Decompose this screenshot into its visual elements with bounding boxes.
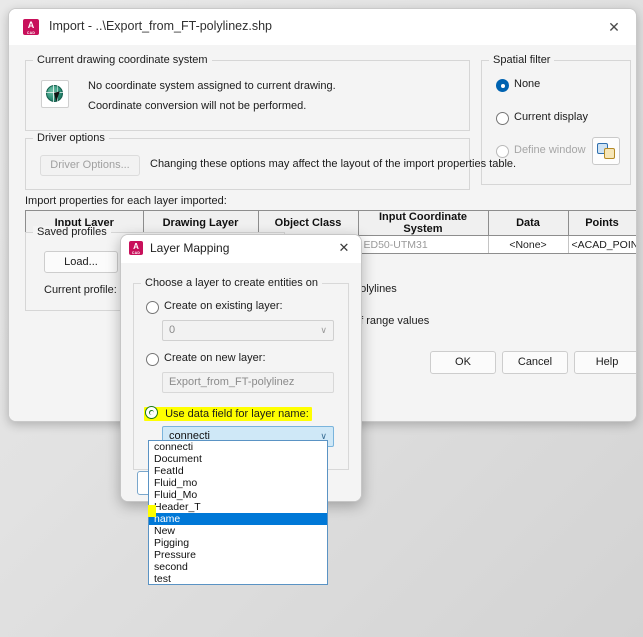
driver-options-legend: Driver options — [33, 132, 109, 144]
driver-options-group: Driver options Driver Options... Changin… — [25, 132, 516, 190]
close-icon[interactable]: ✕ — [333, 238, 355, 258]
partial-text-range-values: of range values — [354, 315, 430, 327]
highlight-marker — [148, 505, 156, 517]
autocad-logo-icon: A CAD — [129, 241, 143, 255]
radio-indicator — [496, 145, 509, 158]
ok-button[interactable]: OK — [430, 351, 496, 374]
dropdown-item[interactable]: Document — [149, 453, 327, 465]
current-profile-label: Current profile: — [44, 284, 117, 296]
radio-label: Create on new layer: — [164, 352, 266, 364]
dropdown-item[interactable]: connecti — [149, 441, 327, 453]
dropdown-item[interactable]: FeatId — [149, 465, 327, 477]
help-button[interactable]: Help — [574, 351, 636, 374]
col-input-coordinate-system[interactable]: Input Coordinate System — [358, 211, 489, 236]
data-field-dropdown-list[interactable]: connecti Document FeatId Fluid_mo Fluid_Mo He… — [148, 440, 328, 585]
coordinate-system-line1: No coordinate system assigned to current… — [88, 80, 336, 92]
dropdown-item[interactable]: Pressure — [149, 549, 327, 561]
window-rect-icon-2 — [604, 148, 615, 159]
autocad-logo-sub: CAD — [26, 31, 36, 35]
radio-label: Define window — [514, 144, 586, 156]
layer-mapping-title: Layer Mapping — [150, 241, 230, 255]
radio-indicator — [145, 406, 158, 419]
select-window-icon-button[interactable] — [592, 137, 620, 165]
coordinate-system-legend: Current drawing coordinate system — [33, 54, 212, 66]
dropdown-item[interactable]: Fluid_Mo — [149, 489, 327, 501]
dropdown-item[interactable]: test — [149, 573, 327, 584]
dropdown-list: connecti Document FeatId Fluid_mo Fluid_Mo He… — [149, 441, 327, 584]
chevron-down-icon: ∨ — [320, 325, 327, 335]
dropdown-item[interactable]: second — [149, 561, 327, 573]
close-icon[interactable]: ✕ — [601, 16, 627, 38]
radio-indicator — [146, 353, 159, 366]
globe-icon — [41, 80, 69, 108]
coordinate-system-line2: Coordinate conversion will not be perfor… — [88, 100, 307, 112]
cell-input-coordinate-system[interactable]: ED50-UTM31 — [358, 235, 489, 253]
dropdown-item[interactable]: Header_T — [149, 501, 327, 513]
import-properties-label: Import properties for each layer importe… — [25, 195, 227, 207]
driver-options-button: Driver Options... — [40, 155, 140, 176]
new-layer-name-input: Export_from_FT-polylinez — [162, 372, 334, 393]
radio-label: None — [514, 78, 541, 90]
existing-layer-combobox: 0 ∨ — [162, 320, 334, 341]
dropdown-item[interactable]: Fluid_mo — [149, 477, 327, 489]
radio-label: Current display — [514, 111, 588, 123]
autocad-logo-sub: CAD — [131, 251, 141, 255]
driver-options-note: Changing these options may affect the la… — [150, 158, 517, 170]
dropdown-item[interactable]: name — [149, 513, 327, 525]
dropdown-item[interactable]: Pigging — [149, 537, 327, 549]
autocad-logo-icon: A CAD — [23, 19, 39, 35]
autocad-logo-letter: A — [27, 20, 35, 30]
load-profile-button[interactable]: Load... — [44, 251, 118, 273]
autocad-logo-letter: A — [133, 242, 139, 251]
highlight-annotation: Use data field for layer name: — [144, 406, 312, 421]
cell-points[interactable]: <ACAD_POINT> — [568, 235, 636, 253]
radio-indicator — [496, 79, 509, 92]
layer-mapping-titlebar: A CAD Layer Mapping ✕ — [121, 235, 361, 263]
spatial-filter-legend: Spatial filter — [489, 54, 555, 66]
radio-label: Use data field for layer name: — [165, 408, 309, 420]
cell-data[interactable]: <None> — [488, 235, 569, 253]
radio-use-data-field-for-layer-name[interactable]: Use data field for layer name: — [144, 404, 312, 421]
radio-label: Create on existing layer: — [164, 300, 283, 312]
import-titlebar: A CAD Import - ..\Export_from_FT-polylin… — [9, 9, 636, 46]
col-points[interactable]: Points — [568, 211, 636, 236]
radio-dot — [149, 410, 154, 415]
cancel-button[interactable]: Cancel — [502, 351, 568, 374]
choose-layer-legend: Choose a layer to create entities on — [141, 277, 323, 289]
dropdown-item[interactable]: New — [149, 525, 327, 537]
saved-profiles-legend: Saved profiles — [33, 226, 111, 238]
col-data[interactable]: Data — [488, 211, 569, 236]
radio-indicator — [146, 301, 159, 314]
coordinate-system-group: Current drawing coordinate system No coo… — [25, 54, 470, 131]
import-dialog-title: Import - ..\Export_from_FT-polylinez.shp — [49, 19, 272, 33]
existing-layer-value: 0 — [169, 324, 176, 336]
radio-indicator — [496, 112, 509, 125]
